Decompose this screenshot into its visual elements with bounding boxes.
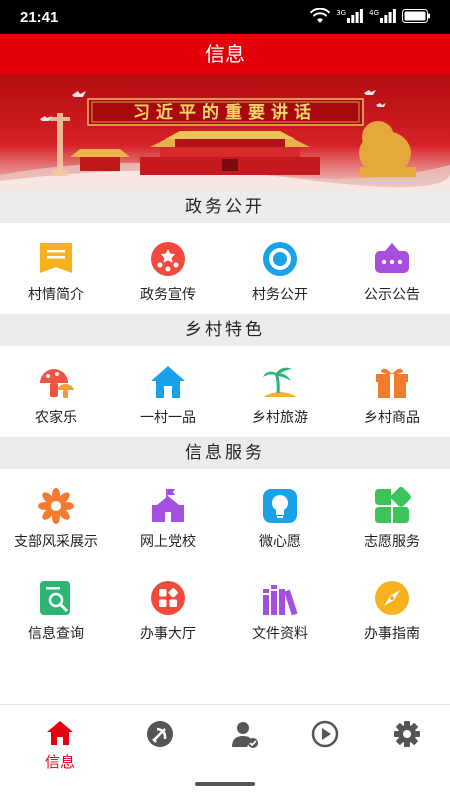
gesture-home-indicator[interactable] (195, 782, 255, 786)
farm-stay-button[interactable]: 农家乐 (0, 347, 112, 433)
signal-3g: 3G (336, 9, 364, 23)
village-affairs-button[interactable]: 村务公开 (224, 224, 336, 310)
eye-icon (263, 242, 297, 276)
nav-tab-info[interactable]: 信息 (15, 715, 105, 775)
school-building-icon (152, 489, 184, 522)
gift-box-icon (376, 368, 408, 398)
apps-grid-icon (151, 581, 185, 615)
wifi-icon (310, 8, 331, 23)
search-document-icon (40, 581, 70, 615)
government-publicity-label: 政务宣传 (140, 287, 196, 303)
info-query-label: 信息查询 (28, 626, 84, 642)
signal-4g: 4G (369, 9, 396, 23)
nav-tab-video[interactable] (280, 715, 370, 775)
status-bar: 21:41 3G 4G (0, 0, 450, 34)
volunteer-service-button[interactable]: 志愿服务 (336, 471, 448, 557)
flower-icon (38, 488, 74, 524)
village-affairs-label: 村务公开 (252, 287, 308, 303)
grid-row-info-services-2: 信息查询 办事大厅 文件资料 办事指南 (0, 563, 450, 649)
rural-products-button[interactable]: 乡村商品 (336, 347, 448, 433)
nav-tab-profile[interactable] (200, 715, 290, 775)
farm-stay-label: 农家乐 (35, 410, 77, 426)
section-header-government-affairs: 政务公开 (0, 191, 450, 223)
nav-tab-party[interactable] (115, 715, 205, 775)
service-guide-button[interactable]: 办事指南 (336, 563, 448, 649)
banner-headline: 习近平的重要讲话 (133, 102, 317, 123)
one-village-one-product-label: 一村一品 (140, 410, 196, 426)
volunteer-service-label: 志愿服务 (364, 534, 420, 550)
online-party-school-button[interactable]: 网上党校 (112, 471, 224, 557)
app-bar: 信息 (0, 34, 450, 75)
stars-badge-icon (151, 242, 185, 276)
grid-row-rural-features: 农家乐 一村一品 乡村旅游 乡村商品 (0, 347, 450, 433)
village-intro-button[interactable]: 村情简介 (0, 224, 112, 310)
one-village-one-product-button[interactable]: 一村一品 (112, 347, 224, 433)
rural-tourism-label: 乡村旅游 (252, 410, 308, 426)
party-emblem-icon (147, 721, 173, 747)
section-header-info-services: 信息服务 (0, 437, 450, 469)
home-icon (47, 721, 73, 745)
lightbulb-icon (263, 489, 297, 523)
grid-row-government-affairs: 村情简介 政务宣传 村务公开 公示公告 (0, 224, 450, 310)
rural-tourism-button[interactable]: 乡村旅游 (224, 347, 336, 433)
notice-board-icon (375, 243, 409, 273)
rural-products-label: 乡村商品 (364, 410, 420, 426)
branch-showcase-button[interactable]: 支部风采展示 (0, 471, 112, 557)
service-guide-label: 办事指南 (364, 626, 420, 642)
signal-3g-icon (347, 9, 364, 23)
section-header-rural-features: 乡村特色 (0, 314, 450, 346)
service-hall-label: 办事大厅 (140, 626, 196, 642)
signal-4g-icon (380, 9, 396, 23)
palm-island-icon (263, 367, 297, 397)
flag-document-icon (40, 243, 72, 273)
banner-image[interactable]: 习近平的重要讲话 (0, 75, 450, 191)
mushroom-icon (40, 369, 74, 398)
gear-icon (394, 721, 420, 747)
documents-label: 文件资料 (252, 626, 308, 642)
banner-artwork: 习近平的重要讲话 (0, 75, 450, 191)
status-icons: 3G 4G (310, 8, 430, 24)
public-notice-button[interactable]: 公示公告 (336, 224, 448, 310)
documents-button[interactable]: 文件资料 (224, 563, 336, 649)
info-query-button[interactable]: 信息查询 (0, 563, 112, 649)
branch-showcase-label: 支部风采展示 (14, 534, 98, 550)
bottom-navigation: 信息 (0, 704, 450, 801)
network-type-3g: 3G (336, 9, 347, 17)
house-icon (151, 366, 185, 398)
nav-tab-settings[interactable] (362, 715, 450, 775)
grid-row-info-services-1: 支部风采展示 网上党校 微心愿 志愿服务 (0, 471, 450, 557)
government-publicity-button[interactable]: 政务宣传 (112, 224, 224, 310)
service-hall-button[interactable]: 办事大厅 (112, 563, 224, 649)
network-type-4g: 4G (369, 9, 379, 17)
play-circle-icon (311, 720, 339, 748)
village-intro-label: 村情简介 (28, 287, 84, 303)
compass-icon (375, 581, 409, 615)
books-icon (263, 585, 298, 616)
battery-icon (402, 9, 430, 23)
public-notice-label: 公示公告 (364, 287, 420, 303)
nav-tab-info-label: 信息 (44, 753, 75, 771)
user-badge-icon (232, 722, 258, 748)
micro-wish-button[interactable]: 微心愿 (224, 471, 336, 557)
status-time: 21:41 (20, 9, 59, 26)
clover-icon (375, 487, 411, 523)
online-party-school-label: 网上党校 (140, 534, 196, 550)
page-title: 信息 (205, 42, 245, 66)
micro-wish-label: 微心愿 (259, 534, 301, 550)
